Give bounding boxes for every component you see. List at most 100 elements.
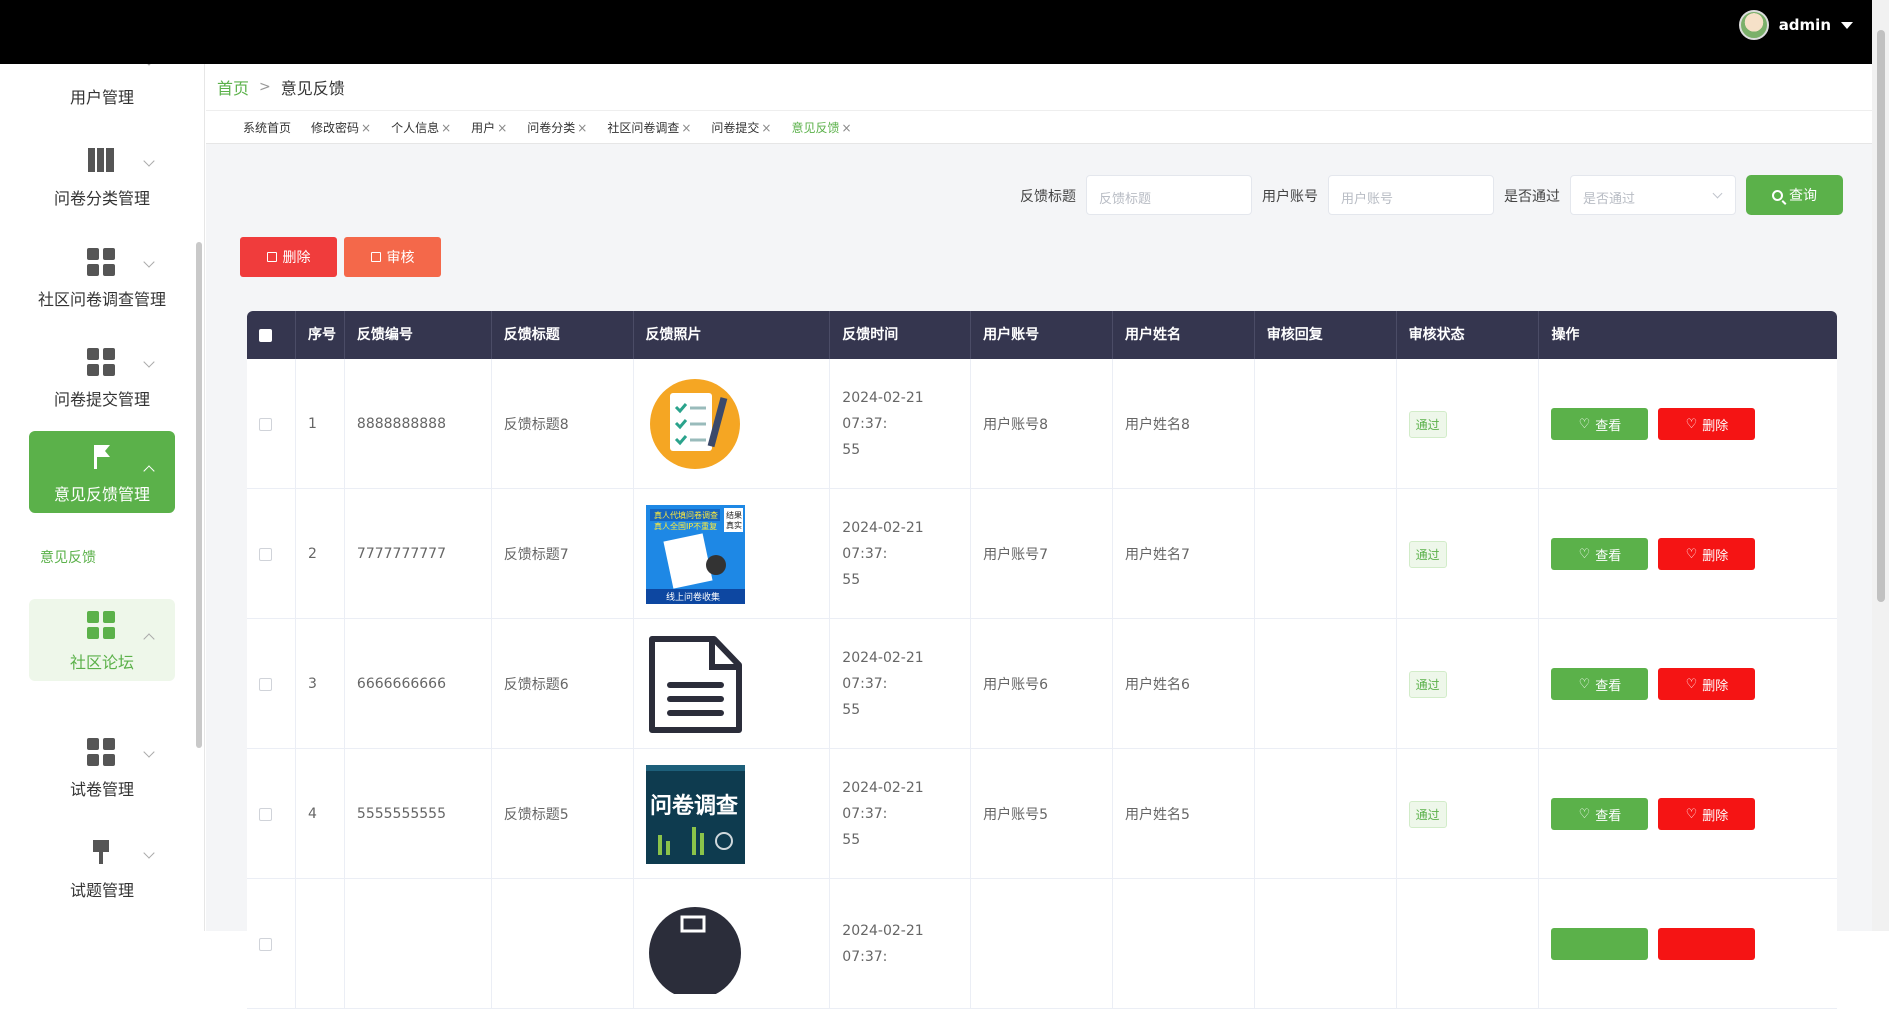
delete-button[interactable]: ♡ 删除 — [1658, 668, 1756, 700]
table-row: 1 8888888888 反馈标题8 2024-02-21 07:37: 55 用… — [247, 359, 1837, 489]
cell-time: 2024-02-21 07:37: 55 — [842, 520, 924, 588]
cell-index: 3 — [296, 619, 345, 749]
chevron-down-icon — [143, 847, 155, 859]
feedback-photo[interactable]: 真人代填问卷调查 真人全国IP不重复 结果 真实 线上问卷收集 — [645, 504, 745, 604]
user-menu[interactable]: admin — [1738, 10, 1853, 40]
delete-button[interactable] — [1658, 928, 1756, 960]
row-checkbox[interactable] — [259, 937, 272, 951]
svg-text:结果: 结果 — [726, 510, 742, 520]
row-checkbox[interactable] — [259, 547, 272, 561]
sidebar-item-forum[interactable]: 社区论坛 — [29, 599, 175, 681]
breadcrumb-home[interactable]: 首页 — [217, 75, 249, 99]
avatar[interactable] — [1738, 10, 1769, 40]
view-button[interactable]: ♡ 查看 — [1551, 668, 1649, 700]
sidebar: 用户管理 问卷分类管理 社区问卷调查管理 问卷提交管理 意见反馈管理 意见反馈 … — [0, 64, 205, 931]
col-header: 反馈照片 — [634, 311, 831, 359]
feedback-photo[interactable] — [646, 375, 745, 474]
delete-button[interactable]: ♡ 删除 — [1658, 408, 1756, 440]
pass-select[interactable]: 是否通过 — [1570, 175, 1736, 215]
sidebar-item-question[interactable]: 试题管理 — [29, 827, 175, 909]
table-row: 4 5555555555 反馈标题5 问卷调查 2024-02-21 07:37… — [247, 749, 1837, 879]
delete-button[interactable]: ♡ 删除 — [1658, 538, 1756, 570]
col-header: 反馈编号 — [345, 311, 492, 359]
col-header: 用户姓名 — [1113, 311, 1255, 359]
grid-icon — [86, 738, 116, 766]
tab-password[interactable]: 修改密码 × — [311, 119, 371, 136]
pass-label: 是否通过 — [1504, 189, 1560, 205]
cell-reply — [1255, 359, 1397, 489]
tab-category[interactable]: 问卷分类 × — [527, 119, 587, 136]
row-checkbox[interactable] — [259, 677, 272, 691]
tab-survey[interactable]: 社区问卷调查 × — [607, 119, 691, 136]
cell-reply — [1255, 619, 1397, 749]
cell-name: 用户姓名7 — [1113, 489, 1255, 619]
table-row: 2024-02-21 07:37: — [247, 879, 1837, 1009]
close-icon[interactable]: × — [497, 121, 507, 135]
heart-icon: ♡ — [1685, 676, 1698, 692]
sidebar-item-feedback[interactable]: 意见反馈管理 — [29, 431, 175, 513]
chevron-down-icon — [143, 746, 155, 758]
main-content: 首页 > 意见反馈 系统首页 修改密码 × 个人信息 × 用户 × 问卷分类 × 社区问… — [206, 64, 1872, 1009]
cell-code: 7777777777 — [345, 489, 492, 619]
close-icon[interactable]: × — [361, 121, 371, 135]
query-button[interactable]: 查询 — [1746, 175, 1843, 215]
status-badge: 通过 — [1408, 800, 1447, 828]
sidebar-scrollbar[interactable] — [196, 242, 202, 748]
tab-feedback[interactable]: 意见反馈 × — [791, 119, 851, 136]
tab-home[interactable]: 系统首页 — [243, 119, 291, 136]
chevron-up-icon — [143, 633, 155, 645]
title-input[interactable]: 反馈标题 — [1086, 175, 1252, 215]
tab-profile[interactable]: 个人信息 × — [391, 119, 451, 136]
cell-title: 反馈标题7 — [492, 489, 634, 619]
heart-icon: ♡ — [1685, 806, 1698, 822]
sidebar-item-community-survey[interactable]: 社区问卷调查管理 — [29, 236, 175, 318]
close-icon[interactable]: × — [761, 121, 771, 135]
tab-user[interactable]: 用户 × — [471, 119, 507, 136]
svg-text:线上问卷收集: 线上问卷收集 — [666, 591, 720, 603]
feedback-photo[interactable] — [646, 635, 745, 734]
sidebar-subitem-feedback[interactable]: 意见反馈 — [40, 547, 96, 567]
sidebar-item-exam[interactable]: 试卷管理 — [29, 726, 175, 808]
sidebar-item-user[interactable]: 用户管理 — [29, 64, 175, 116]
search-bar: 反馈标题 反馈标题 用户账号 用户账号 是否通过 是否通过 查询 — [206, 175, 1872, 215]
heart-icon: ♡ — [1578, 806, 1591, 822]
close-icon[interactable]: × — [681, 121, 691, 135]
close-icon[interactable]: × — [577, 121, 587, 135]
book-icon — [88, 148, 114, 172]
svg-text:真人代填问卷调查: 真人代填问卷调查 — [654, 510, 718, 520]
audit-button[interactable]: 审核 — [344, 237, 441, 277]
select-all-checkbox[interactable] — [259, 328, 272, 342]
view-button[interactable] — [1551, 928, 1649, 960]
feedback-photo[interactable]: 问卷调查 — [645, 764, 745, 864]
caret-down-icon[interactable] — [1841, 21, 1853, 29]
account-input[interactable]: 用户账号 — [1328, 175, 1494, 215]
view-button[interactable]: ♡ 查看 — [1551, 798, 1649, 830]
view-button[interactable]: ♡ 查看 — [1551, 538, 1649, 570]
page-scrollbar[interactable] — [1872, 0, 1889, 931]
view-button[interactable]: ♡ 查看 — [1551, 408, 1649, 440]
feedback-photo[interactable] — [646, 895, 745, 994]
sidebar-item-label: 试卷管理 — [69, 780, 134, 799]
close-icon[interactable]: × — [842, 121, 852, 135]
col-header: 序号 — [296, 311, 345, 359]
close-icon[interactable]: × — [441, 121, 451, 135]
cell-title: 反馈标题6 — [492, 619, 634, 749]
grid-icon — [86, 611, 116, 639]
cell-reply — [1255, 749, 1397, 879]
batch-delete-button[interactable]: 删除 — [240, 237, 337, 277]
cell-title: 反馈标题8 — [492, 359, 634, 489]
trash-icon — [266, 252, 277, 262]
col-header: 反馈标题 — [492, 311, 634, 359]
sidebar-item-questionnaire-category[interactable]: 问卷分类管理 — [29, 135, 175, 217]
row-checkbox[interactable] — [259, 807, 272, 821]
tab-submission[interactable]: 问卷提交 × — [711, 119, 771, 136]
cell-title: 反馈标题5 — [492, 749, 634, 879]
cell-account — [971, 879, 1113, 1009]
row-checkbox[interactable] — [259, 417, 272, 431]
cell-time: 2024-02-21 07:37: 55 — [842, 780, 924, 848]
sidebar-item-submission[interactable]: 问卷提交管理 — [29, 336, 175, 418]
cell-account: 用户账号6 — [971, 619, 1113, 749]
grid-icon — [86, 348, 116, 376]
username[interactable]: admin — [1779, 16, 1831, 34]
delete-button[interactable]: ♡ 删除 — [1658, 798, 1756, 830]
